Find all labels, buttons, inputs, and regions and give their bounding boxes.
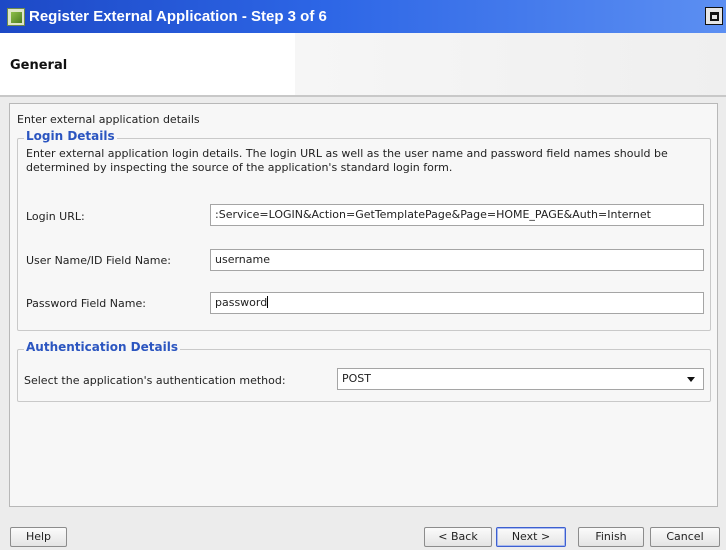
content-panel: Enter external application details Login… [9, 103, 718, 507]
help-button[interactable]: Help [10, 527, 67, 547]
auth-details-legend: Authentication Details [24, 340, 180, 354]
login-url-label: Login URL: [26, 210, 85, 223]
username-label: User Name/ID Field Name: [26, 254, 171, 267]
password-label: Password Field Name: [26, 297, 146, 310]
login-url-input[interactable]: :Service=LOGIN&Action=GetTemplatePage&Pa… [210, 204, 704, 226]
title-bar[interactable]: Register External Application - Step 3 o… [0, 0, 726, 33]
window-title: Register External Application - Step 3 o… [29, 8, 327, 25]
chevron-down-icon [687, 377, 695, 382]
app-icon [7, 7, 25, 26]
login-details-description: Enter external application login details… [26, 147, 668, 174]
page-title: General [10, 58, 68, 73]
cancel-button[interactable]: Cancel [650, 527, 720, 547]
auth-method-select[interactable]: POST [337, 368, 704, 390]
login-details-group: Login Details Enter external application… [17, 129, 711, 331]
maximize-button[interactable] [705, 7, 723, 25]
header-shade [295, 33, 726, 95]
next-button[interactable]: Next > [496, 527, 566, 547]
back-label: < Back [438, 530, 478, 543]
header-divider [0, 95, 726, 97]
maximize-icon [709, 11, 719, 21]
text-cursor [267, 296, 269, 308]
intro-text: Enter external application details [17, 113, 200, 126]
password-input[interactable]: password [210, 292, 704, 314]
password-value: password [215, 296, 268, 309]
back-button[interactable]: < Back [424, 527, 492, 547]
login-details-legend: Login Details [24, 129, 117, 143]
auth-method-value: POST [342, 372, 371, 385]
finish-button[interactable]: Finish [578, 527, 644, 547]
help-label: Help [25, 530, 52, 543]
cancel-label: Cancel [666, 530, 704, 543]
wizard-header: General [0, 33, 726, 95]
auth-method-label: Select the application's authentication … [24, 374, 286, 387]
username-input[interactable]: username [210, 249, 704, 271]
next-label: Next > [511, 530, 551, 543]
auth-details-group: Authentication Details Select the applic… [17, 340, 711, 402]
finish-label: Finish [595, 530, 627, 543]
